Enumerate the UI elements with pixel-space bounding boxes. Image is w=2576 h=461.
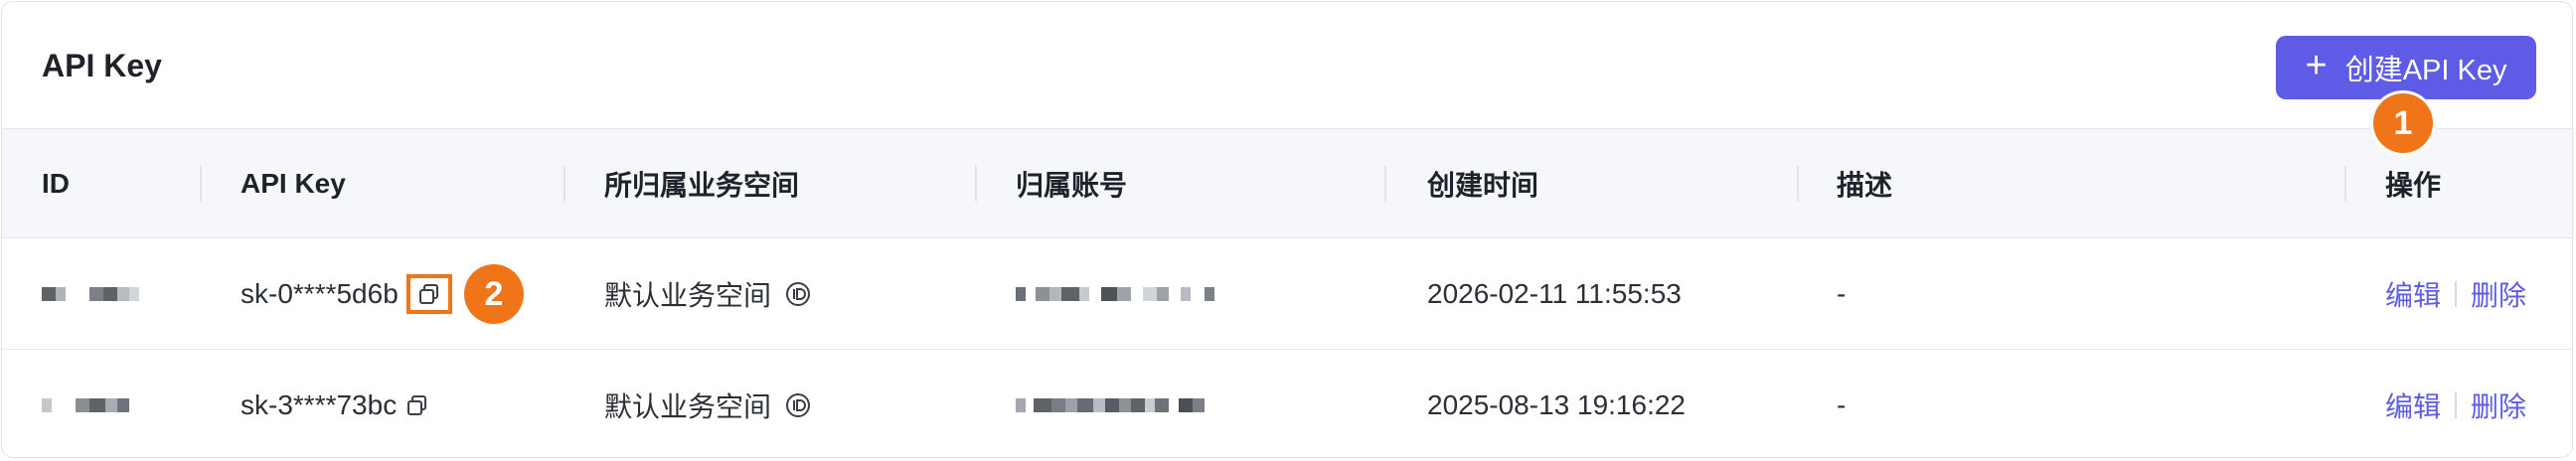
- column-header-created-at: 创建时间: [1427, 170, 1539, 201]
- table-row: sk-0****5d6b 默认业务空间 2026-02-11 11:55:53 …: [2, 238, 2572, 350]
- card-header: API Key + 创建API Key: [2, 2, 2572, 129]
- copy-icon[interactable]: [406, 394, 428, 416]
- api-key-value: sk-3****73bc: [241, 389, 398, 420]
- workspace-name: 默认业务空间: [604, 280, 772, 311]
- description-cell: -: [1837, 389, 1847, 420]
- delete-link[interactable]: 删除: [2471, 274, 2526, 314]
- column-divider: [1797, 166, 1799, 202]
- action-divider: [2455, 281, 2458, 307]
- column-divider: [200, 166, 202, 202]
- column-divider: [2344, 166, 2346, 202]
- workspace-cell: 默认业务空间: [604, 350, 811, 457]
- masked-account: [1016, 398, 1205, 412]
- masked-id: [42, 287, 139, 301]
- masked-account: [1016, 287, 1214, 301]
- api-key-card: API Key + 创建API Key ID API Key 所归属业务空间 归…: [1, 1, 2573, 458]
- id-cell: [42, 350, 129, 457]
- table-header: ID API Key 所归属业务空间 归属账号 创建时间 描述 操作: [2, 129, 2572, 238]
- column-divider: [975, 166, 977, 202]
- step-marker-2: 2: [464, 264, 524, 324]
- account-cell: [1016, 350, 1205, 457]
- column-header-description: 描述: [1837, 170, 1893, 201]
- api-key-value: sk-0****5d6b: [241, 278, 399, 309]
- copy-icon[interactable]: [405, 274, 452, 314]
- column-divider: [564, 166, 565, 202]
- action-divider: [2455, 392, 2458, 418]
- table-row: sk-3****73bc 默认业务空间 2025-08-13 19:16:22 …: [2, 350, 2572, 457]
- plus-icon: +: [2305, 45, 2328, 86]
- description-cell: -: [1837, 278, 1847, 309]
- workspace-cell: 默认业务空间: [604, 238, 811, 350]
- actions-cell: 编辑 删除: [2385, 238, 2526, 350]
- column-header-account: 归属账号: [1016, 170, 1128, 201]
- workspace-name: 默认业务空间: [604, 391, 772, 422]
- column-header-workspace: 所归属业务空间: [604, 170, 800, 201]
- api-key-cell: sk-0****5d6b: [241, 238, 452, 350]
- column-divider: [1384, 166, 1386, 202]
- id-cell: [42, 238, 139, 350]
- masked-id: [42, 398, 129, 412]
- page-title: API Key: [42, 48, 162, 83]
- create-api-key-button[interactable]: + 创建API Key: [2276, 36, 2536, 99]
- edit-link[interactable]: 编辑: [2385, 274, 2441, 314]
- delete-link[interactable]: 删除: [2471, 385, 2526, 425]
- column-header-api-key: API Key: [241, 168, 346, 199]
- create-api-key-label: 创建API Key: [2344, 55, 2507, 86]
- api-key-cell: sk-3****73bc: [241, 350, 428, 457]
- step-marker-1: 1: [2373, 93, 2433, 153]
- account-cell: [1016, 238, 1214, 350]
- id-icon[interactable]: [785, 392, 811, 418]
- created-at-cell: 2026-02-11 11:55:53: [1427, 278, 1682, 309]
- edit-link[interactable]: 编辑: [2385, 385, 2441, 425]
- column-header-id: ID: [42, 168, 70, 199]
- created-at-cell: 2025-08-13 19:16:22: [1427, 389, 1686, 420]
- id-icon[interactable]: [785, 281, 811, 307]
- actions-cell: 编辑 删除: [2385, 350, 2526, 457]
